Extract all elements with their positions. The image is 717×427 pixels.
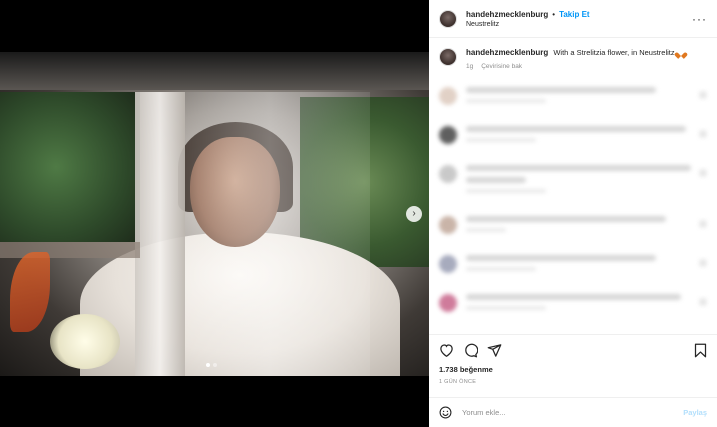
avatar — [439, 255, 457, 273]
avatar — [439, 87, 457, 105]
list-item — [439, 126, 707, 148]
blurred-text — [466, 294, 693, 316]
like-button[interactable] — [438, 342, 454, 358]
list-item — [439, 255, 707, 277]
caption-text: handehzmecklenburg With a Strelitzia flo… — [466, 48, 685, 58]
post-photo[interactable] — [0, 52, 429, 376]
car-roof — [0, 52, 429, 90]
username-link[interactable]: handehzmecklenburg — [466, 10, 548, 19]
blurred-text — [466, 255, 693, 277]
heart-icon — [699, 259, 707, 267]
caption-message: With a Strelitzia flower, in Neustrelitz — [553, 48, 675, 57]
follow-button[interactable]: Takip Et — [559, 10, 590, 19]
heart-icon — [699, 220, 707, 228]
more-icon: ··· — [692, 11, 707, 26]
caption-username[interactable]: handehzmecklenburg — [466, 48, 548, 57]
post-timestamp: 1 GÜN ÖNCE — [439, 379, 477, 385]
list-item — [439, 165, 707, 199]
translate-link[interactable]: Çevirisine bak — [481, 63, 522, 70]
bouquet — [50, 314, 120, 369]
caption-meta: 1g Çevirisine bak — [466, 63, 685, 70]
next-image-button[interactable]: › — [406, 206, 422, 222]
blurred-text — [466, 216, 693, 238]
location-link[interactable]: Neustrelitz — [466, 21, 590, 28]
post-media: › — [0, 0, 429, 427]
post-panel: handehzmecklenburg • Takip Et Neustrelit… — [429, 0, 717, 427]
orange-heart-icon — [677, 50, 685, 57]
header-row: handehzmecklenburg • Takip Et — [466, 10, 590, 19]
heart-icon — [699, 298, 707, 306]
comments-section[interactable]: handehzmecklenburg With a Strelitzia flo… — [429, 38, 717, 335]
blurred-text — [466, 87, 693, 109]
save-button[interactable] — [692, 342, 708, 358]
carousel-dot-active — [206, 363, 210, 367]
comment-composer: Paylaş — [429, 397, 717, 427]
caption-avatar[interactable] — [439, 48, 457, 66]
post-comment-button[interactable]: Paylaş — [683, 408, 707, 417]
chevron-right-icon: › — [412, 208, 416, 219]
heart-icon — [699, 91, 707, 99]
caption: handehzmecklenburg With a Strelitzia flo… — [439, 48, 707, 70]
carousel-indicator — [206, 363, 217, 367]
list-item — [439, 216, 707, 238]
heart-icon — [699, 130, 707, 138]
list-item — [439, 294, 707, 316]
caption-age: 1g — [466, 63, 474, 70]
comment-input[interactable] — [462, 408, 684, 417]
bride-veil — [170, 92, 370, 376]
caption-body: handehzmecklenburg With a Strelitzia flo… — [466, 48, 685, 70]
post-header: handehzmecklenburg • Takip Et Neustrelit… — [429, 0, 717, 38]
avatar — [439, 126, 457, 144]
more-options-button[interactable]: ··· — [692, 12, 707, 26]
car-window-left — [0, 92, 140, 242]
avatar[interactable] — [439, 9, 457, 28]
emoji-icon — [439, 406, 452, 419]
avatar — [439, 216, 457, 234]
carousel-dot — [213, 363, 217, 367]
action-bar — [429, 335, 717, 365]
heart-icon — [439, 344, 453, 357]
avatar — [439, 165, 457, 183]
bookmark-icon — [694, 343, 706, 357]
emoji-button[interactable] — [439, 406, 452, 419]
share-icon — [487, 343, 501, 357]
comment-button[interactable] — [462, 342, 478, 358]
heart-icon — [699, 169, 707, 177]
list-item — [439, 87, 707, 109]
blurred-text — [466, 165, 693, 199]
blurred-text — [466, 126, 693, 148]
car-door-frame — [135, 92, 185, 376]
comment-icon — [464, 343, 478, 357]
likes-count[interactable]: 1.738 beğenme — [429, 365, 717, 379]
strelitzia-flower — [10, 252, 50, 332]
car-door-rail — [0, 242, 140, 258]
share-button[interactable] — [486, 342, 502, 358]
separator-bullet: • — [552, 9, 556, 19]
header-meta: handehzmecklenburg • Takip Et Neustrelit… — [466, 10, 590, 28]
avatar — [439, 294, 457, 312]
